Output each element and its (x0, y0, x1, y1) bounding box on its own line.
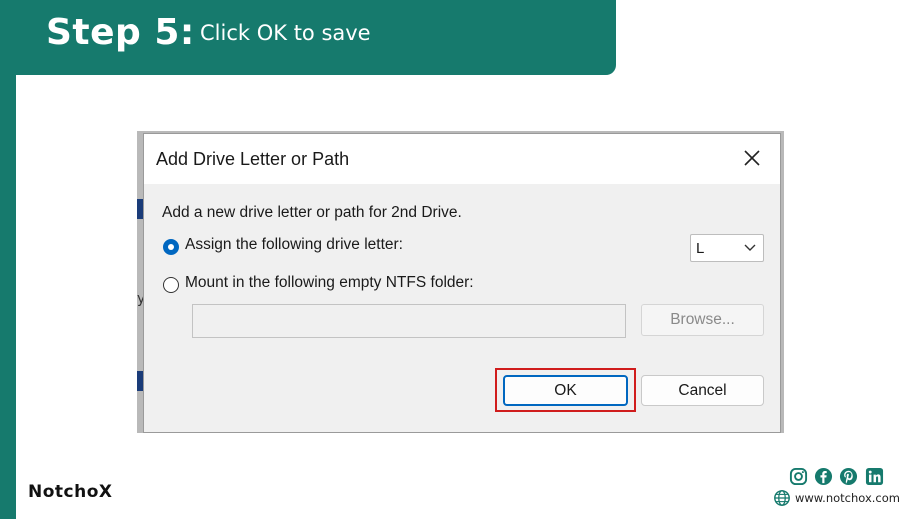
drive-letter-select[interactable]: L (690, 234, 764, 262)
cancel-button[interactable]: Cancel (641, 375, 764, 406)
mount-folder-radio[interactable] (163, 277, 179, 293)
dialog-titlebar: Add Drive Letter or Path (144, 134, 780, 184)
chevron-down-icon (744, 244, 756, 251)
globe-icon (774, 490, 790, 506)
ok-button[interactable]: OK (503, 375, 628, 406)
close-icon (744, 150, 760, 166)
step-header-banner: Step 5: Click OK to save (0, 0, 616, 75)
dialog-screenshot: y Add Drive Letter or Path Add a new dri… (137, 131, 784, 433)
left-accent-strip (0, 0, 16, 519)
browse-button[interactable]: Browse... (641, 304, 764, 336)
facebook-icon[interactable] (814, 467, 833, 486)
instagram-icon[interactable] (789, 467, 808, 486)
dialog-title: Add Drive Letter or Path (156, 149, 350, 169)
folder-path-input[interactable] (192, 304, 626, 338)
assign-letter-radio[interactable] (163, 239, 179, 255)
mount-folder-label[interactable]: Mount in the following empty NTFS folder… (185, 274, 474, 292)
assign-letter-label[interactable]: Assign the following drive letter: (185, 236, 403, 254)
add-drive-letter-dialog: Add Drive Letter or Path Add a new drive… (143, 133, 781, 433)
website-link[interactable]: www.notchox.com (795, 491, 900, 505)
step-description: Click OK to save (200, 21, 371, 45)
notchox-logo: NotchoX (28, 482, 113, 502)
close-button[interactable] (738, 144, 766, 172)
pinterest-icon[interactable] (839, 467, 858, 486)
step-title: Step 5: (46, 12, 195, 53)
drive-letter-value: L (696, 240, 705, 257)
dialog-prompt: Add a new drive letter or path for 2nd D… (162, 204, 462, 221)
linkedin-icon[interactable] (865, 467, 884, 486)
